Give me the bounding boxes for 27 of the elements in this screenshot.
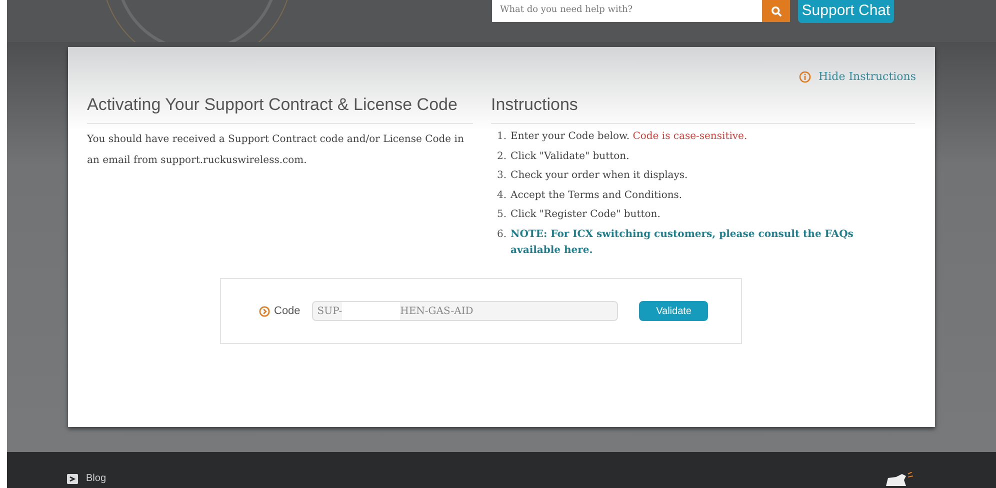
step-text: Click "Validate" button. xyxy=(510,150,630,164)
code-label: Code xyxy=(274,304,300,319)
info-icon xyxy=(798,71,811,84)
blog-link[interactable]: Blog xyxy=(86,471,106,486)
step-number: 6. xyxy=(497,228,507,242)
section-title: Activating Your Support Contract & License Code xyxy=(87,92,473,124)
step-text: Check your order when it displays. xyxy=(510,169,688,183)
note-text: NOTE: For ICX switching customers, please consult the FAQs available here. xyxy=(510,228,854,258)
intro-paragraph: You should have received a Support Contract code and/or License Code in an email from support.ruckuswireless.com. xyxy=(87,133,465,168)
blog-icon xyxy=(67,474,78,484)
step-number: 2. xyxy=(497,150,507,164)
step-number: 1. xyxy=(497,130,507,144)
code-input-field[interactable]: SUP- HEN-GAS-AID xyxy=(312,301,618,321)
search-button[interactable] xyxy=(762,0,790,22)
chevron-circle-icon xyxy=(259,306,270,316)
step-number: 3. xyxy=(497,169,507,183)
section-title: Instructions xyxy=(491,92,915,124)
support-chat-button[interactable]: Support Chat xyxy=(798,0,894,23)
step-text: Click "Register Code" button. xyxy=(510,208,660,222)
hide-instructions-link[interactable]: Hide Instructions xyxy=(818,69,916,86)
step-text: Enter your Code below. Code is case-sensitive. xyxy=(510,130,748,144)
step-number: 4. xyxy=(497,188,507,202)
search-field[interactable]: What do you need help with? xyxy=(492,0,762,22)
search-icon xyxy=(770,6,782,16)
step-text: Accept the Terms and Conditions. xyxy=(510,188,682,202)
validate-button[interactable]: Validate xyxy=(639,301,708,321)
step-number: 5. xyxy=(497,208,507,222)
